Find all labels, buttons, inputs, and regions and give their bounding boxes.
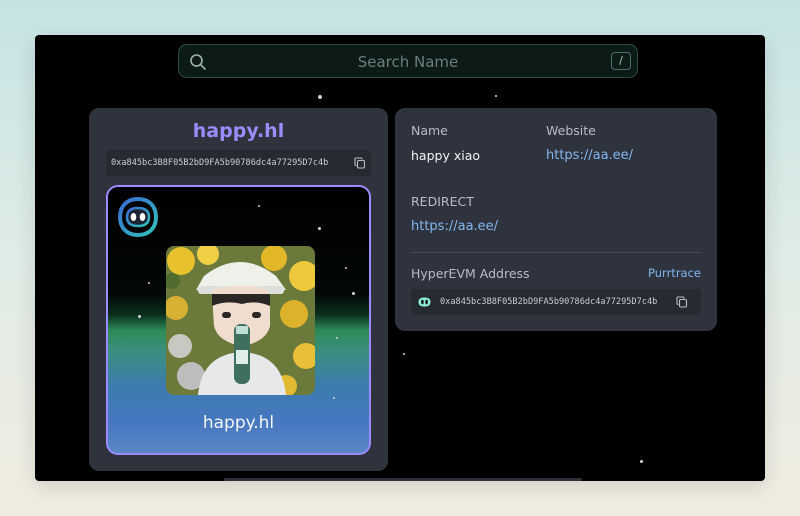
app-window: Search Name / happy.hl 0xa845bc3B8F05B2b… [35, 35, 765, 481]
domain-title: happy.hl [192, 120, 285, 142]
search-input[interactable]: Search Name [219, 45, 597, 79]
star-dot [318, 227, 321, 230]
star-dot [148, 282, 150, 284]
divider [411, 252, 701, 253]
star-dot [345, 267, 347, 269]
star-dot [258, 205, 260, 207]
purrtrace-link[interactable]: Purrtrace [648, 266, 701, 280]
copy-icon[interactable] [676, 296, 688, 308]
star-dot [495, 95, 497, 97]
hyperliquid-small-icon [418, 297, 431, 307]
nft-name: happy.hl [202, 413, 275, 433]
search-icon [190, 54, 206, 70]
website-label: Website [546, 123, 596, 138]
search-shortcut-key: / [611, 52, 631, 70]
owner-address: 0xa845bc3B8F05B2bD9FA5b90786dc4a77295D7c… [111, 158, 329, 168]
star-dot [138, 315, 141, 318]
details-card: Name happy xiao Website https://aa.ee/ R… [395, 108, 717, 331]
evm-address-label: HyperEVM Address [411, 266, 530, 281]
search-bar[interactable]: Search Name / [178, 44, 638, 78]
name-label: Name [411, 123, 448, 138]
evm-address: 0xa845bc3B8F05B2bD9FA5b90786dc4a77295D7c… [440, 297, 658, 307]
star-dot [333, 397, 335, 399]
nft-avatar-image [166, 246, 315, 395]
website-link[interactable]: https://aa.ee/ [546, 148, 633, 163]
star-dot [403, 353, 405, 355]
redirect-label: REDIRECT [411, 194, 474, 209]
evm-address-row: 0xa845bc3B8F05B2bD9FA5b90786dc4a77295D7c… [411, 289, 701, 315]
star-dot [640, 460, 643, 463]
hyperliquid-logo-icon [118, 197, 158, 237]
profile-card: happy.hl 0xa845bc3B8F05B2bD9FA5b90786dc4… [89, 108, 388, 471]
copy-icon[interactable] [354, 157, 366, 169]
horizontal-scrollbar[interactable] [224, 478, 582, 481]
owner-address-row: 0xa845bc3B8F05B2bD9FA5b90786dc4a77295D7c… [106, 150, 371, 176]
name-value: happy xiao [411, 148, 481, 163]
nft-card[interactable]: happy.hl [106, 185, 371, 455]
star-dot [318, 95, 322, 99]
redirect-link[interactable]: https://aa.ee/ [411, 219, 498, 234]
star-dot [336, 337, 338, 339]
star-dot [352, 292, 355, 295]
